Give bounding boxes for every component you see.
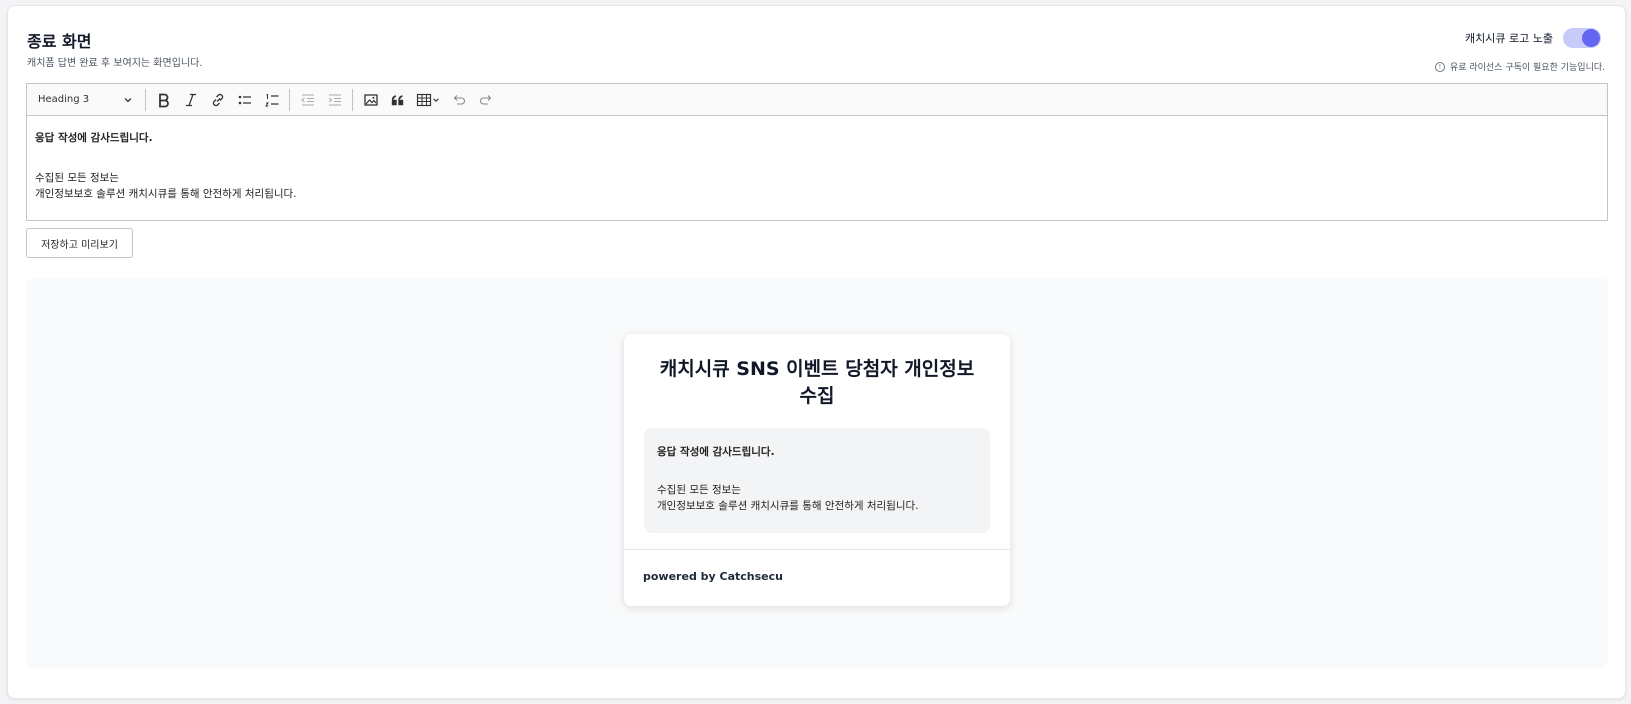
preview-message-box: 응답 작성에 감사드립니다. 수집된 모든 정보는 개인정보보호 솔루션 캐치시… [644, 428, 990, 533]
bold-button[interactable] [150, 88, 177, 112]
bulleted-list-button[interactable] [231, 88, 258, 112]
preview-footer: powered by Catchsecu [643, 570, 783, 583]
quote-icon [391, 94, 403, 105]
toggle-knob [1582, 29, 1600, 47]
section-subtitle: 캐치폼 답변 완료 후 보여지는 화면입니다. [27, 58, 203, 69]
toolbar-divider [352, 88, 353, 111]
undo-icon [453, 94, 465, 105]
preview-area: 캐치시큐 SNS 이벤트 당첨자 개인정보 수집 응답 작성에 감사드립니다. … [26, 278, 1608, 668]
license-notice-text: 유료 라이선스 구독이 필요한 기능입니다. [1449, 63, 1605, 73]
italic-button[interactable] [177, 88, 204, 112]
preview-divider [624, 549, 1010, 550]
numbered-list-button[interactable] [258, 88, 285, 112]
table-button[interactable] [411, 88, 445, 112]
image-icon [363, 93, 378, 106]
redo-icon [479, 94, 491, 105]
redo-button[interactable] [472, 88, 499, 112]
bold-icon [158, 93, 169, 107]
bulleted-list-icon [238, 95, 251, 104]
outdent-button[interactable] [294, 88, 321, 112]
chevron-down-icon [124, 97, 132, 102]
preview-message-line-1: 수집된 모든 정보는 [657, 484, 741, 496]
end-screen-settings-card: 종료 화면 캐치폼 답변 완료 후 보여지는 화면입니다. 캐치시큐 로고 노출… [7, 5, 1626, 699]
italic-icon [185, 93, 196, 106]
logo-toggle-label: 캐치시큐 로고 노출 [1465, 32, 1553, 45]
quote-button[interactable] [384, 88, 411, 112]
editor-content[interactable]: 응답 작성에 감사드립니다. 수집된 모든 정보는 개인정보보호 솔루션 캐치시… [27, 116, 1607, 216]
toolbar-divider [145, 88, 146, 111]
undo-button[interactable] [445, 88, 472, 112]
toolbar-divider [289, 88, 290, 111]
chevron-down-icon [433, 97, 439, 102]
rich-text-editor: Heading 3 응답 작성에 감사드립니다. 수집된 모든 정보는 개인정보… [26, 83, 1608, 221]
link-icon [212, 93, 223, 106]
logo-toggle-switch[interactable] [1563, 28, 1601, 48]
numbered-list-icon [264, 93, 278, 106]
table-icon [416, 93, 432, 106]
outdent-icon [300, 93, 314, 106]
image-button[interactable] [357, 88, 384, 112]
indent-icon [328, 93, 341, 106]
info-icon: ! [1434, 61, 1445, 72]
preview-message-line-2: 개인정보보호 솔루션 캐치시큐를 통해 안전하게 처리됩니다. [657, 500, 919, 512]
heading-dropdown-value: Heading 3 [38, 94, 90, 105]
heading-dropdown[interactable]: Heading 3 [31, 88, 141, 112]
save-and-preview-button[interactable]: 저장하고 미리보기 [26, 228, 133, 258]
preview-message-heading: 응답 작성에 감사드립니다. [657, 446, 775, 458]
preview-card: 캐치시큐 SNS 이벤트 당첨자 개인정보 수집 응답 작성에 감사드립니다. … [624, 334, 1010, 606]
preview-title: 캐치시큐 SNS 이벤트 당첨자 개인정보 수집 [659, 358, 975, 407]
link-button[interactable] [204, 88, 231, 112]
logo-toggle-row: 캐치시큐 로고 노출 [1465, 28, 1601, 48]
content-line-1: 수집된 모든 정보는 [35, 172, 119, 184]
content-heading: 응답 작성에 감사드립니다. [35, 132, 153, 144]
editor-toolbar: Heading 3 [27, 84, 1607, 116]
content-line-2: 개인정보보호 솔루션 캐치시큐를 통해 안전하게 처리됩니다. [35, 188, 297, 200]
section-title: 종료 화면 [27, 32, 92, 51]
license-notice: ! 유료 라이선스 구독이 필요한 기능입니다. [1434, 60, 1605, 73]
indent-button[interactable] [321, 88, 348, 112]
